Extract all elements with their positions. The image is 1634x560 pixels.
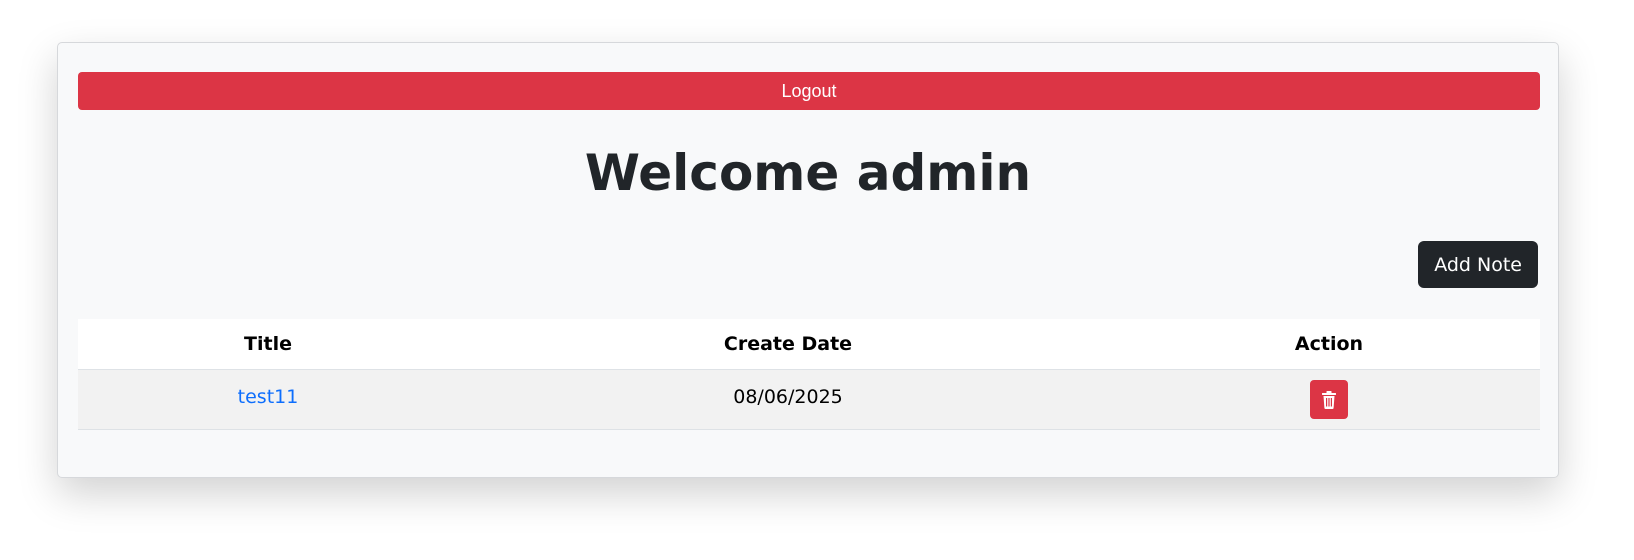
note-create-date: 08/06/2025 [733,385,843,408]
note-title-cell: test11 [78,369,458,430]
trash-icon [1322,390,1336,409]
page-title: Welcome admin [584,144,1032,202]
table-row: test11 08/06/2025 [78,369,1540,430]
column-header-action: Action [1118,319,1540,370]
add-note-button[interactable]: Add Note [1418,241,1538,288]
note-date-cell: 08/06/2025 [458,369,1118,430]
notes-card: Logout Welcome admin Add Note Title Crea… [57,42,1559,478]
table-header-row: Title Create Date Action [78,319,1540,370]
logout-button[interactable]: Logout [78,72,1540,110]
notes-table: Title Create Date Action test11 08/06/20… [78,319,1540,430]
table-header: Title Create Date Action [78,319,1540,370]
delete-note-button[interactable] [1310,380,1348,419]
note-title-link[interactable]: test11 [238,386,299,408]
note-action-cell [1118,369,1540,430]
page-title-container: Welcome admin [58,141,1558,205]
column-header-create-date: Create Date [458,319,1118,370]
table-body: test11 08/06/2025 [78,369,1540,430]
column-header-title: Title [78,319,458,370]
